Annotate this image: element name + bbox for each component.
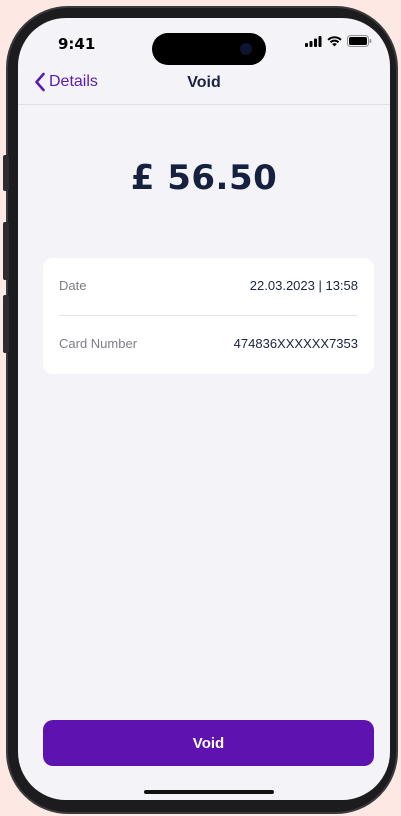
page-title: Void: [187, 74, 221, 91]
row-divider: [59, 315, 358, 316]
date-row: Date 22.03.2023 | 13:58: [59, 278, 358, 293]
volume-up-button: [3, 222, 9, 280]
screen: 9:41 Details Void £ 56.50 Date 22.03.202…: [18, 18, 390, 800]
status-icons: [305, 35, 372, 47]
card-number-row: Card Number 474836XXXXXX7353: [59, 336, 358, 351]
navigation-bar: Details Void: [18, 68, 390, 105]
status-time: 9:41: [58, 35, 96, 53]
signal-icon: [305, 35, 322, 47]
volume-down-button: [3, 295, 9, 353]
void-button[interactable]: Void: [43, 720, 374, 766]
wifi-icon: [327, 35, 342, 46]
date-label: Date: [59, 278, 87, 293]
camera-icon: [240, 43, 252, 55]
battery-icon: [347, 35, 372, 47]
transaction-amount: £ 56.50: [130, 158, 278, 198]
card-number-value: 474836XXXXXX7353: [233, 336, 358, 351]
dynamic-island: [152, 33, 266, 65]
date-value: 22.03.2023 | 13:58: [249, 278, 358, 293]
action-button: [3, 155, 9, 191]
transaction-details-card: Date 22.03.2023 | 13:58 Card Number 4748…: [43, 258, 374, 374]
card-number-label: Card Number: [59, 336, 138, 351]
home-indicator: [144, 790, 274, 794]
